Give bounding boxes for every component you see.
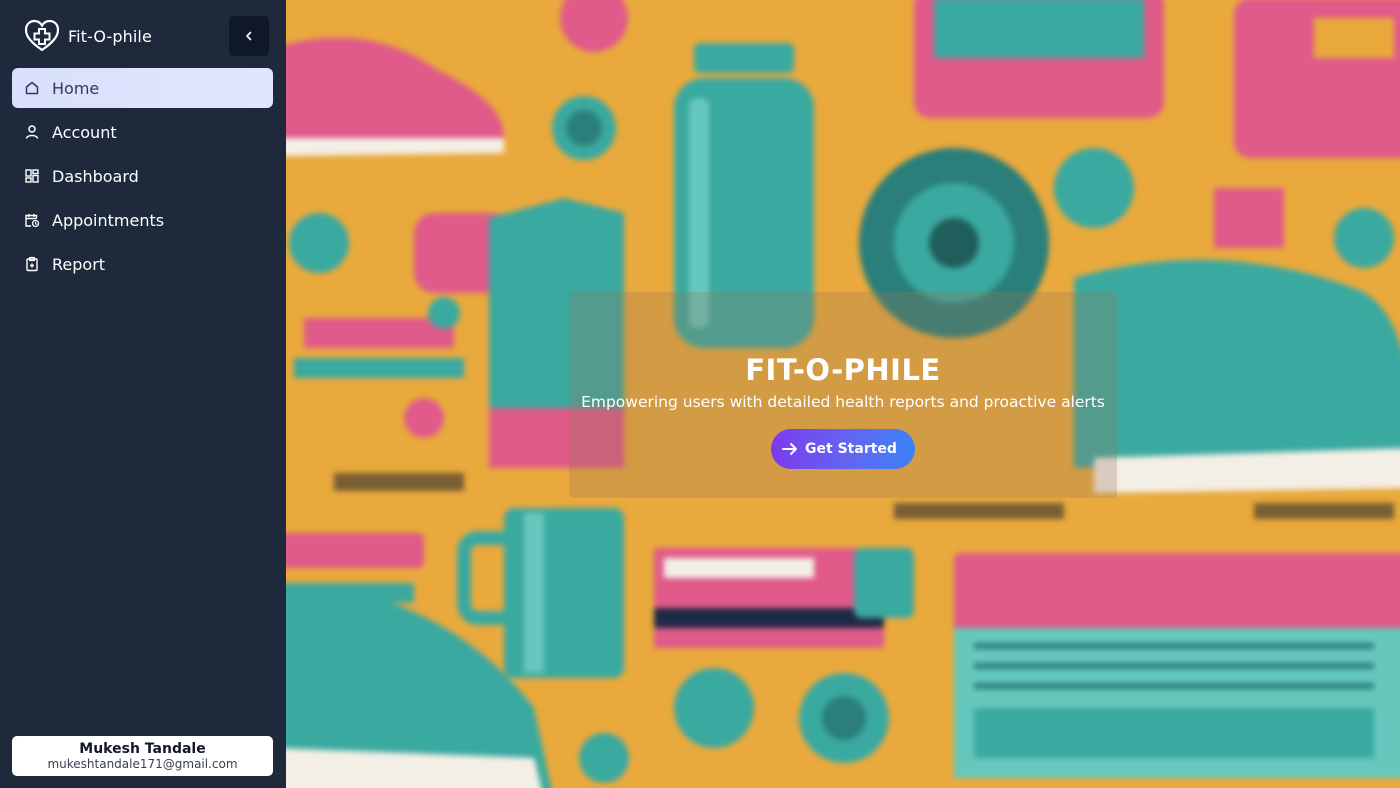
sidebar-item-report[interactable]: Report <box>12 244 273 284</box>
get-started-label: Get Started <box>805 441 897 457</box>
sidebar-nav: Home Account Dashboard Appointments Repo… <box>12 68 273 288</box>
user-icon <box>25 125 39 139</box>
hero-section: FIT-O-PHILE Empowering users with detail… <box>286 0 1400 788</box>
sidebar-item-dashboard[interactable]: Dashboard <box>12 156 273 196</box>
sidebar-item-label: Report <box>52 254 106 274</box>
hero-subtitle: Empowering users with detailed health re… <box>581 393 1105 411</box>
heart-plus-icon <box>24 19 60 52</box>
app-root: Fit-O-phile Home Account Dashboard Appoi… <box>0 0 1400 788</box>
user-name: Mukesh Tandale <box>79 741 206 757</box>
sidebar-item-label: Account <box>52 122 117 142</box>
arrow-right-icon <box>782 443 798 455</box>
collapse-sidebar-button[interactable] <box>229 16 269 56</box>
get-started-button[interactable]: Get Started <box>771 429 915 469</box>
user-email: mukeshtandale171@gmail.com <box>47 757 238 771</box>
sidebar-item-appointments[interactable]: Appointments <box>12 200 273 240</box>
calendar-clock-icon <box>25 214 40 228</box>
hero-title: FIT-O-PHILE <box>745 353 941 387</box>
sidebar-item-label: Dashboard <box>52 166 139 186</box>
dashboard-icon <box>25 169 39 183</box>
home-icon <box>25 81 39 95</box>
chevron-left-icon <box>246 31 252 41</box>
sidebar-item-account[interactable]: Account <box>12 112 273 152</box>
sidebar-item-label: Appointments <box>52 210 165 230</box>
sidebar-item-label: Home <box>52 78 100 98</box>
hero-card: FIT-O-PHILE Empowering users with detail… <box>569 292 1117 498</box>
app-name: Fit-O-phile <box>68 26 152 46</box>
sidebar: Fit-O-phile Home Account Dashboard Appoi… <box>0 0 286 788</box>
brand[interactable]: Fit-O-phile <box>24 18 152 54</box>
sidebar-item-home[interactable]: Home <box>12 68 273 108</box>
clipboard-icon <box>26 256 38 272</box>
user-profile-card[interactable]: Mukesh Tandale mukeshtandale171@gmail.co… <box>12 736 273 776</box>
